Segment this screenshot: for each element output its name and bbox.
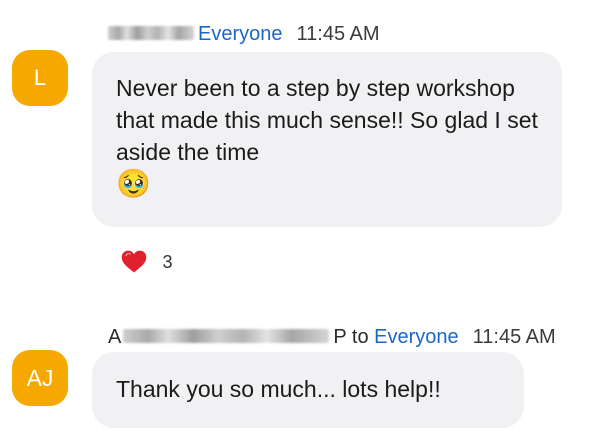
message-text: Thank you so much... lots help!!: [116, 376, 441, 402]
message-bubble: Never been to a step by step workshop th…: [92, 52, 562, 227]
message-text: Never been to a step by step workshop th…: [116, 75, 538, 165]
redacted-sender-name: [123, 329, 330, 344]
redacted-sender-name: [108, 26, 194, 41]
recipient-link[interactable]: Everyone: [198, 23, 283, 45]
sender-name-visible-end: P: [333, 326, 347, 348]
reaction-count: 3: [162, 251, 173, 272]
recipient-link[interactable]: Everyone: [374, 326, 459, 348]
avatar[interactable]: AJ: [12, 350, 68, 406]
sender-name-visible-start: A: [108, 326, 122, 348]
message-timestamp: 11:45 AM: [296, 23, 380, 45]
message-timestamp: 11:45 AM: [472, 326, 556, 348]
pleading-face-emoji: 🥹: [116, 168, 151, 199]
recipient-prefix: to: [351, 326, 369, 348]
chat-message: Everyone 11:45 AM L Never been to a step …: [0, 0, 614, 300]
reaction-pill[interactable]: 3: [120, 248, 172, 276]
heart-icon: [121, 250, 147, 273]
message-bubble: Thank you so much... lots help!!: [92, 352, 524, 428]
message-header: Everyone 11:45 AM: [108, 22, 380, 46]
message-header: A P to Everyone 11:45 AM: [108, 325, 556, 349]
avatar[interactable]: L: [12, 50, 68, 106]
chat-message: A P to Everyone 11:45 AM AJ Thank you so m…: [0, 300, 614, 442]
